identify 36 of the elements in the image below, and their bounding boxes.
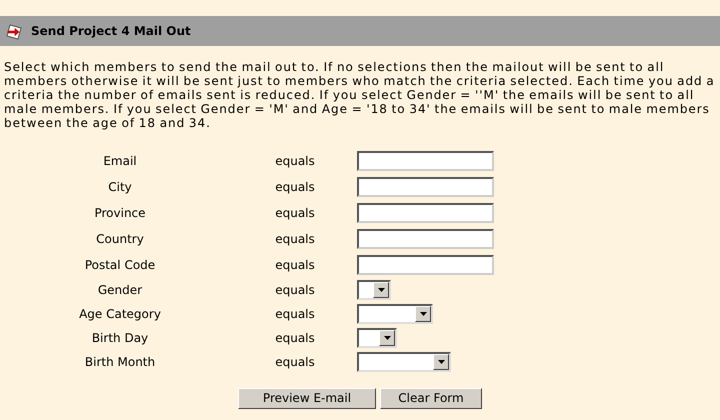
instructions-text: Select which members to send the mail out to. If no selections then the mailout will be sent to all members otherwise it will be sent just to members who match the criteria selected. Each time you add a criteria the number of emails sent is reduced. If you select Gender = ''M' the emails will be sent to all male members. If you select Gender = 'M' and Age = '18 to 34' the emails will be sent to male members between the age of 18 and 34. bbox=[4, 60, 716, 130]
operator-text: equals bbox=[274, 153, 316, 170]
input-field[interactable] bbox=[357, 151, 494, 171]
field-label: Birth Day bbox=[90, 330, 150, 347]
operator-text: equals bbox=[274, 231, 316, 248]
input-field[interactable] bbox=[357, 255, 494, 275]
dropdown[interactable] bbox=[357, 304, 433, 324]
operator-text: equals bbox=[274, 330, 316, 347]
field-label: Birth Month bbox=[84, 354, 156, 371]
dropdown[interactable] bbox=[357, 280, 391, 300]
operator-text: equals bbox=[274, 257, 316, 274]
dropdown[interactable] bbox=[357, 352, 451, 372]
field-label: Province bbox=[93, 205, 147, 222]
operator-text: equals bbox=[274, 282, 316, 299]
clear-button[interactable]: Clear Form bbox=[380, 388, 482, 409]
field-label: Postal Code bbox=[84, 257, 156, 274]
field-label: City bbox=[107, 179, 133, 196]
field-label: Email bbox=[102, 153, 138, 170]
operator-text: equals bbox=[274, 205, 316, 222]
caret-icon bbox=[420, 312, 426, 316]
field-label: Age Category bbox=[78, 306, 162, 323]
caret-icon bbox=[378, 288, 384, 292]
preview-button[interactable]: Preview E-mail bbox=[238, 388, 376, 409]
operator-text: equals bbox=[274, 179, 316, 196]
input-field[interactable] bbox=[357, 203, 494, 223]
caret-icon bbox=[384, 336, 390, 340]
field-label: Gender bbox=[96, 282, 144, 299]
operator-text: equals bbox=[274, 354, 316, 371]
input-field[interactable] bbox=[357, 229, 494, 249]
page-title: Send Project 4 Mail Out bbox=[31, 23, 191, 40]
caret-icon bbox=[438, 360, 444, 364]
dropdown[interactable] bbox=[357, 328, 397, 348]
operator-text: equals bbox=[274, 306, 316, 323]
input-field[interactable] bbox=[357, 177, 494, 197]
mail-icon bbox=[6, 24, 22, 40]
field-label: Country bbox=[95, 231, 145, 248]
